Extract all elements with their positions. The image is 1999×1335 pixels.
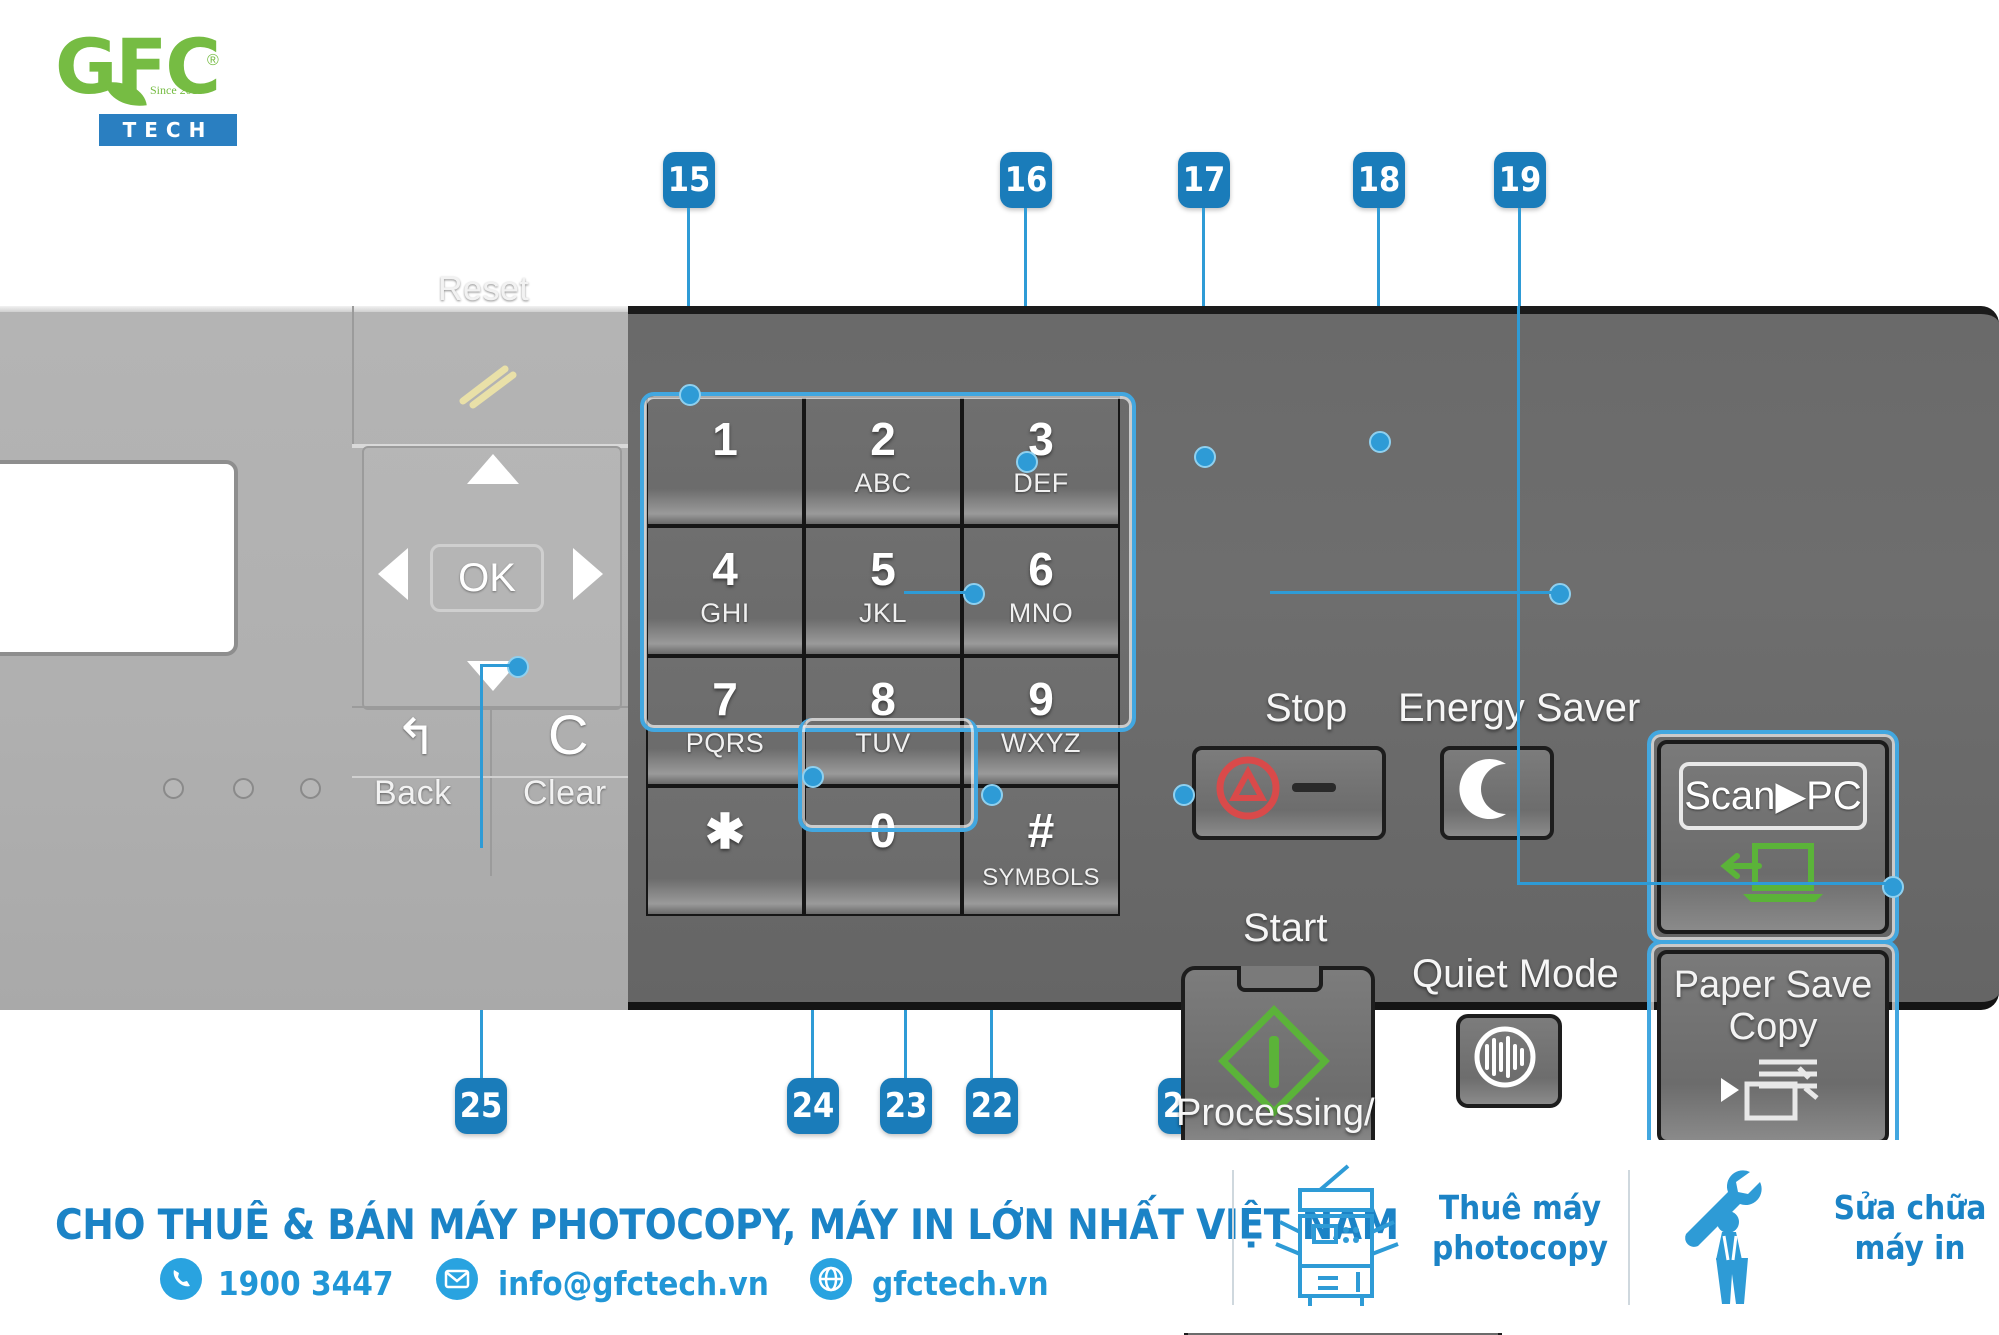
callout-badge-16: 16: [1000, 152, 1052, 208]
key-asterisk[interactable]: ✱: [646, 786, 804, 916]
arrow-left-icon[interactable]: [378, 548, 408, 600]
highlight-paper-save: [1647, 940, 1899, 1154]
service-rental-line1: Thuê máy: [1438, 1188, 1602, 1227]
key-symbol: #: [1027, 805, 1055, 858]
callout-badge-25: 25: [455, 1078, 507, 1134]
panel-divider-3: [490, 706, 492, 876]
clear-icon[interactable]: C: [548, 702, 589, 767]
energy-saver-button[interactable]: [1440, 746, 1554, 840]
arrow-right-icon[interactable]: [573, 548, 603, 600]
key-symbols-label: SYMBOLS: [982, 864, 1100, 891]
key-symbol: ✱: [704, 806, 746, 859]
service-rental-label: Thuê máy photocopy: [1430, 1188, 1610, 1268]
callout-badge-23: 23: [880, 1078, 932, 1134]
connector-dot-17: [1194, 446, 1216, 468]
callout-badge-19: 19: [1494, 152, 1546, 208]
service-repair-line1: Sửa chữa: [1833, 1188, 1987, 1227]
lcd-display: [0, 460, 238, 656]
key-letters: PQRS: [685, 728, 765, 758]
arrow-up-icon[interactable]: [467, 454, 519, 484]
technician-wrench-icon: [1685, 1170, 1762, 1304]
start-label: Start: [1243, 906, 1328, 950]
quiet-mode-button[interactable]: [1456, 1014, 1562, 1108]
elbow-20-h: [1270, 591, 1552, 594]
callout-badge-17: 17: [1178, 152, 1230, 208]
highlight-scan-pc: [1647, 730, 1899, 944]
stop-button[interactable]: [1192, 746, 1386, 840]
reset-label: Reset: [438, 270, 530, 308]
connector-dot-22: [981, 784, 1003, 806]
stop-icon: [1216, 756, 1336, 820]
highlight-numeric-keys: [640, 392, 1136, 732]
phone-icon: [160, 1258, 202, 1300]
start-button-tab: [1237, 966, 1323, 992]
elbow-23-h: [904, 591, 966, 594]
stop-label: Stop: [1265, 686, 1348, 730]
reset-icon: [459, 365, 517, 409]
connector-dot-21: [1173, 784, 1195, 806]
leader-19-right: [1517, 882, 1887, 885]
elbow-25-v: [480, 664, 483, 848]
footer-headline: CHO THUÊ & BÁN MÁY PHOTOCOPY, MÁY IN LỚN…: [55, 1200, 1399, 1249]
connector-dot-24: [802, 766, 824, 788]
registered-mark: ®: [207, 52, 219, 69]
led-indicator-2: [233, 778, 254, 799]
elbow-25-h: [480, 664, 510, 667]
ok-button[interactable]: OK: [430, 544, 544, 612]
email-icon: [436, 1258, 478, 1300]
logo-tech-bar: TECH: [99, 114, 237, 146]
clear-label: Clear: [523, 774, 607, 812]
panel-divider-4: [352, 776, 628, 778]
connector-dot-15: [679, 384, 701, 406]
led-indicator-1: [163, 778, 184, 799]
processing-line1: Processing/: [1176, 1092, 1375, 1134]
photocopier-icon: [1275, 1164, 1399, 1306]
footer-divider: [1232, 1170, 1234, 1305]
connector-dot-23: [963, 583, 985, 605]
service-repair-label: Sửa chữa máy in: [1820, 1188, 1999, 1268]
quiet-mode-label: Quiet Mode: [1412, 952, 1619, 996]
footer-phone[interactable]: 1900 3447: [218, 1264, 394, 1303]
footer-website[interactable]: gfctech.vn: [872, 1264, 1049, 1303]
connector-dot-25: [507, 656, 529, 678]
back-label: Back: [374, 774, 452, 812]
leader-line-22: [990, 1010, 993, 1078]
footer-email[interactable]: info@gfctech.vn: [498, 1264, 769, 1303]
logo-since-text: Since 2010: [150, 83, 204, 97]
quiet-mode-icon: [1474, 1026, 1536, 1088]
back-icon[interactable]: ↰: [395, 708, 437, 766]
connector-dot-19: [1882, 876, 1904, 898]
callout-badge-18: 18: [1353, 152, 1405, 208]
led-indicator-3: [300, 778, 321, 799]
callout-badge-15: 15: [663, 152, 715, 208]
connector-dot-16: [1016, 451, 1038, 473]
page-footer: CHO THUÊ & BÁN MÁY PHOTOCOPY, MÁY IN LỚN…: [0, 1140, 1999, 1333]
leader-19-down: [1517, 306, 1520, 884]
moon-icon: [1459, 759, 1506, 819]
service-rental-line2: photocopy: [1432, 1228, 1608, 1267]
service-repair-line2: máy in: [1854, 1228, 1966, 1267]
connector-dot-18: [1369, 431, 1391, 453]
highlight-zero-key: [798, 718, 978, 832]
brand-logo: GFC ® Since 2010 TECH: [55, 28, 237, 146]
footer-divider-2: [1628, 1170, 1630, 1305]
key-letters: WXYZ: [1001, 728, 1081, 758]
key-hash-symbols[interactable]: # SYMBOLS: [962, 786, 1120, 916]
logo-tech-label: TECH: [122, 118, 214, 142]
callout-badge-24: 24: [787, 1078, 839, 1134]
connector-dot-20: [1549, 583, 1571, 605]
printer-control-panel: Reset OK ↰ C Back Clear 1 2 ABC 3 DEF 4 …: [0, 270, 1999, 1335]
globe-icon: [810, 1258, 852, 1300]
callout-badge-22: 22: [966, 1078, 1018, 1134]
